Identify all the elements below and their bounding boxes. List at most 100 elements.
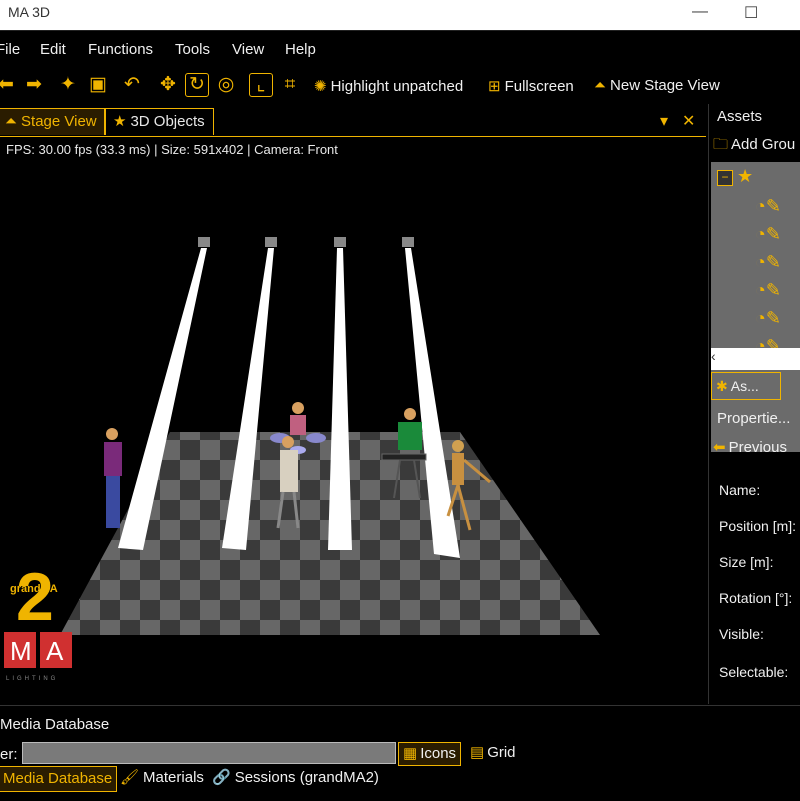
previous-label: Previous [728, 439, 787, 456]
asset-fixture-icon[interactable]: ◔✎ [755, 280, 800, 306]
assets-panel: Assets 🗀 Add Grou − ★ ◔✎ ◔✎ ◔✎ ◔✎ ◔✎ ◔✎ ‹… [708, 104, 800, 704]
toolbar: ⬅ ➡ ✦ ▣ ↶ ✥ ↻ ◎ ⌞ ⌗ ✺ Highlight unpatched… [0, 68, 800, 104]
scroll-left-icon[interactable]: ‹ [711, 348, 716, 364]
previous-button[interactable]: ⬅ Previous [713, 438, 787, 456]
stage-viewport[interactable]: 2 grandMA M A LIGHTING [0, 160, 706, 705]
window-title: MA 3D [8, 4, 51, 20]
tab-stage-view[interactable]: ⏶ Stage View [0, 108, 106, 135]
bulb-icon: ✺ [314, 78, 327, 95]
prop-visible-label: Visible: [719, 626, 764, 642]
star-icon: ★ [737, 166, 754, 186]
asset-fixture-icon[interactable]: ◔✎ [755, 252, 800, 278]
tree-scrollbar[interactable]: ‹ [711, 348, 800, 370]
media-database-title: Media Database [0, 716, 110, 733]
asset-fixture-icon[interactable]: ◔✎ [755, 224, 800, 250]
menu-edit[interactable]: Edit [40, 41, 66, 58]
chevron-down-icon[interactable]: ▾ [660, 111, 668, 131]
tab-stage-view-label: Stage View [21, 113, 97, 130]
performer-left [104, 428, 122, 528]
fixture-4 [402, 237, 414, 247]
stage-icon: ⏶ [5, 113, 18, 130]
collapse-icon[interactable]: − [717, 170, 733, 186]
brush-icon: 🖌 [120, 769, 140, 786]
folder-icon: 🗀 [713, 136, 729, 153]
prop-name-label: Name: [719, 482, 761, 498]
prop-position-label: Position [m]: [719, 518, 797, 534]
minimize-button[interactable]: — [692, 3, 708, 21]
fixture-3 [334, 237, 346, 247]
filter-label: er: [0, 746, 18, 763]
logo-letter-m: M [10, 636, 32, 666]
prop-selectable-label: Selectable: [719, 664, 789, 680]
render-status: FPS: 30.00 fps (33.3 ms) | Size: 591x402… [6, 142, 338, 157]
view-icons-label: Icons [420, 745, 457, 762]
arrow-left-icon: ⬅ [713, 439, 726, 456]
menu-bar: File Edit Functions Tools View Help [0, 30, 800, 69]
maximize-button[interactable]: ☐ [744, 3, 758, 23]
tab-materials[interactable]: 🖌 Materials [116, 766, 208, 790]
asset-fixture-icon[interactable]: ◔✎ [755, 196, 800, 222]
asterisk-icon: ✱ [716, 378, 728, 394]
logo-number: 2 [16, 559, 54, 635]
tab-materials-label: Materials [143, 769, 204, 786]
tab-3d-objects[interactable]: ★ 3D Objects [104, 108, 214, 135]
assets-tab[interactable]: ✱ As... [711, 372, 781, 400]
frame-select-icon[interactable]: ⌞ [249, 73, 273, 97]
close-icon[interactable]: ✕ [682, 111, 695, 131]
back-arrow-icon[interactable]: ⬅ [0, 73, 18, 97]
new-stage-view-label: New Stage View [610, 77, 720, 94]
grandma2-logo: 2 grandMA M A LIGHTING [4, 559, 72, 682]
highlight-unpatched-label: Highlight unpatched [330, 78, 464, 95]
properties-title: Propertie... [717, 410, 791, 427]
prop-rotation-label: Rotation [°]: [719, 590, 793, 606]
view-grid-button[interactable]: ▤ Grid [466, 742, 520, 764]
prop-size-label: Size [m]: [719, 554, 774, 570]
undo-icon[interactable]: ↶ [120, 73, 144, 97]
fullscreen-icon: ⊞ [488, 78, 501, 95]
tab-sessions[interactable]: 🔗 Sessions (grandMA2) [208, 766, 383, 790]
title-bar: MA 3D — ☐ [0, 0, 800, 30]
fixture-2 [265, 237, 277, 247]
asset-fixture-icon[interactable]: ◔✎ [755, 308, 800, 334]
icons-view-icon: ▦ [403, 745, 418, 762]
tab-media-database-label: Media Database [3, 770, 113, 787]
tab-3d-objects-label: 3D Objects [130, 113, 205, 130]
fullscreen-label: Fullscreen [504, 78, 574, 95]
grid-view-icon: ▤ [470, 744, 485, 761]
logo-sub: LIGHTING [6, 676, 58, 682]
beam-3 [328, 248, 352, 550]
menu-tools[interactable]: Tools [175, 41, 210, 58]
add-group-label: Add Grou [731, 136, 796, 153]
view-grid-label: Grid [487, 744, 516, 761]
menu-file[interactable]: File [0, 41, 20, 58]
move-icon[interactable]: ✥ [156, 73, 180, 97]
highlight-unpatched-button[interactable]: ✺ Highlight unpatched [314, 77, 463, 95]
fixture-1 [198, 237, 210, 247]
add-group-button[interactable]: 🗀 Add Grou [713, 134, 795, 159]
frame-all-icon[interactable]: ⌗ [278, 73, 302, 97]
forward-arrow-icon[interactable]: ➡ [22, 73, 46, 97]
view-icons-button[interactable]: ▦ Icons [398, 742, 462, 766]
tab-sessions-label: Sessions (grandMA2) [234, 769, 379, 786]
rotate-icon[interactable]: ↻ [185, 73, 209, 97]
link-icon: 🔗 [212, 769, 231, 786]
menu-functions[interactable]: Functions [88, 41, 153, 58]
save-icon[interactable]: ▣ [86, 73, 110, 97]
assets-tree[interactable]: − ★ ◔✎ ◔✎ ◔✎ ◔✎ ◔✎ ◔✎ [711, 162, 800, 452]
new-stage-view-button[interactable]: ⏶ New Stage View [594, 77, 720, 94]
logo-letter-a: A [46, 636, 64, 666]
assets-tab-label: As... [730, 378, 759, 394]
logo-brand: grandMA [10, 583, 58, 595]
fullscreen-button[interactable]: ⊞ Fullscreen [488, 77, 574, 95]
star-icon: ★ [113, 113, 127, 130]
media-database-panel: Media Database er: ▦ Icons ▤ Grid Media Da… [0, 705, 800, 801]
assets-header: Assets [717, 108, 763, 125]
menu-help[interactable]: Help [285, 41, 316, 58]
fixture-icon[interactable]: ✦ [56, 73, 80, 97]
target-icon[interactable]: ◎ [214, 73, 238, 97]
stage-icon: ⏶ [594, 77, 607, 94]
menu-view[interactable]: View [232, 41, 264, 58]
tab-media-database[interactable]: Media Database [0, 766, 118, 792]
filter-input[interactable] [22, 742, 396, 764]
view-tab-row: ⏶ Stage View ★ 3D Objects ▾ ✕ [0, 106, 706, 137]
